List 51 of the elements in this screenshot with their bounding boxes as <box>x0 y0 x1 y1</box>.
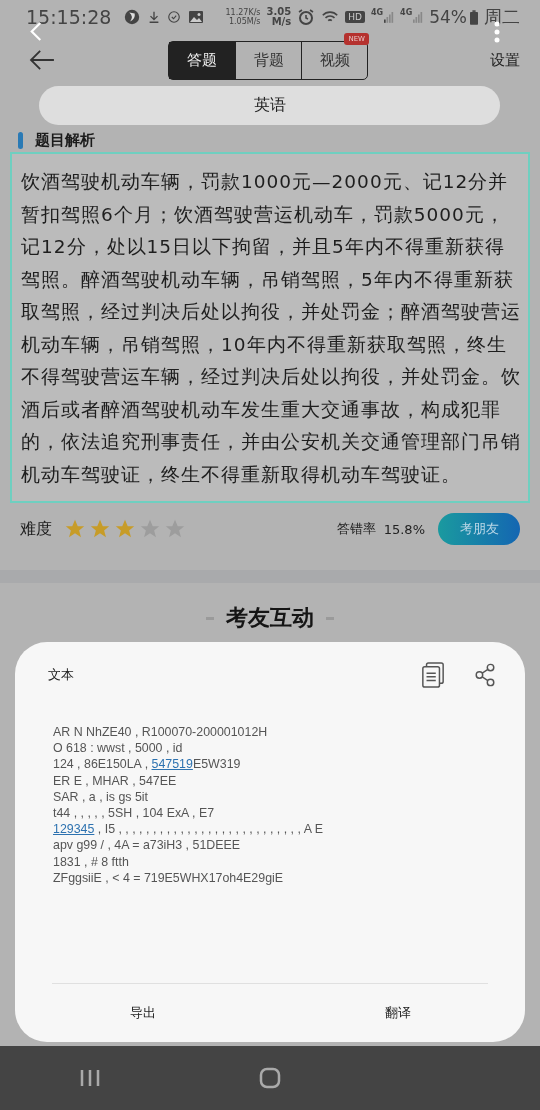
subject-selector[interactable]: 英语 <box>39 86 500 125</box>
image-icon <box>187 8 206 26</box>
signal-icon <box>413 11 424 23</box>
analysis-text: 饮酒驾驶机动车辆，罚款1000元—2000元、记12分并暂扣驾照6个月；饮酒驾驶营运机动车，罚款5000元，记12分，处以15日以下拘留，并且5年内不得重新获得驾照。醉酒驾驶机动车辆，吊销驾照，5年内不得重新获取驾照，经过判决后处以拘役，并处罚金；醉酒驾驶营运机动车辆，吊销驾照，10年内不得重新获取驾照，终生不得驾驶营运车辆，经过判决后处以拘役，并处罚金。饮酒后或者醉酒驾驶机动车发生重大交通事故，构成犯罪的，依法追究刑事责任，并由公安机关交通管理部门吊销机动车驾驶证，终生不得重新取得机动车驾驶证。 <box>21 170 522 487</box>
section-title: 题目解析 <box>35 131 95 150</box>
number-link[interactable]: 129345 <box>53 822 95 837</box>
recognized-text-line: 1831 , # 8 ftth <box>53 853 130 870</box>
filled-star-icon <box>114 518 136 540</box>
recognized-text-line: t44 , , , , , 5SH , 104 ExA , E7 <box>53 805 216 822</box>
signal-label: 4G <box>370 8 384 17</box>
number-link[interactable]: 547519 <box>151 757 193 772</box>
speed-unit: M/s <box>271 17 292 27</box>
home-icon[interactable] <box>259 1067 281 1089</box>
recognized-text-line: AR N NhZE40 , R100070-200001012H <box>53 724 269 741</box>
share-icon[interactable] <box>473 662 497 688</box>
section-marker <box>18 132 23 149</box>
recent-apps-icon[interactable] <box>79 1067 101 1089</box>
hd-badge: HD <box>345 11 365 23</box>
error-rate-label: 答错率 <box>336 520 376 538</box>
signal-icon <box>384 11 395 23</box>
status-time: 15:15:28 <box>26 6 112 28</box>
settings-button[interactable]: 设置 <box>490 50 520 70</box>
sheet-action-button[interactable]: 翻译 <box>270 1003 525 1023</box>
alarm-icon <box>297 8 316 26</box>
filled-star-icon <box>89 518 111 540</box>
battery-icon <box>470 9 478 25</box>
upload-speed: 11.27K/s <box>225 8 261 17</box>
recognized-text-line: SAR , a , is gs 5it <box>53 788 150 805</box>
back-arrow-icon[interactable] <box>28 49 56 71</box>
sheet-action-button[interactable]: 导出 <box>15 1003 270 1023</box>
download-speed: 1.05M/s <box>228 17 261 26</box>
signal-label: 4G <box>400 8 413 17</box>
recognized-text-line: ER E , MHAR , 547EE <box>53 772 178 789</box>
recognized-text-line: 129345 , I5 , , , , , , , , , , , , , , , , , , , , , , , , , , , A E <box>53 821 324 838</box>
interaction-title: 考友互动 <box>226 604 314 632</box>
recognized-text-line: 124 , 86E150LA , 547519E5W319 <box>53 756 242 773</box>
weekday: 周二 <box>484 5 520 29</box>
tab[interactable]: 背题 <box>235 41 301 79</box>
difficulty-label: 难度 <box>20 518 52 540</box>
sheet-title: 文本 <box>48 666 74 684</box>
error-rate-value: 15.8% <box>383 521 425 537</box>
recognized-text-line: apv g99 / , 4A = a73iH3 , 51DEEE <box>53 837 241 854</box>
copy-icon[interactable] <box>421 662 445 688</box>
battery-level: 54% <box>429 7 467 27</box>
filled-star-icon <box>64 518 86 540</box>
recognized-text-line: ZFggsiiE , < 4 = 719E5WHX17oh4E29giE <box>53 869 285 887</box>
speed-value: 3.05 <box>266 7 292 17</box>
check-circle-icon <box>167 10 182 24</box>
recognized-text-line: O 618 : wwst , 5000 , id <box>53 740 184 757</box>
browser-icon <box>123 8 142 26</box>
tab[interactable]: 答题 <box>169 41 235 79</box>
